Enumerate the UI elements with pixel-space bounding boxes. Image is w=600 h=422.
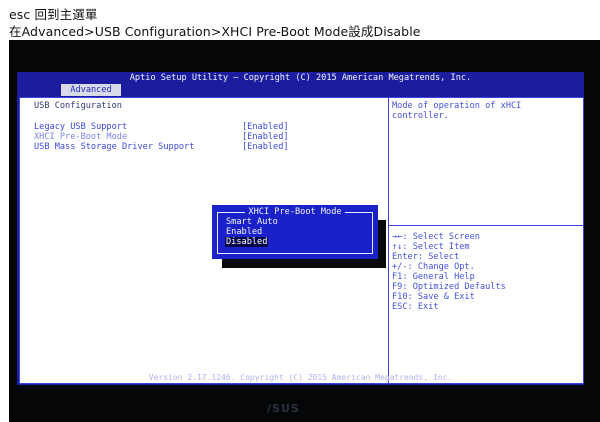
help-pane: Mode of operation of xHCI controller. →←…	[388, 98, 583, 383]
key-help-esc-exit: ESC: Exit	[392, 302, 439, 312]
tab-advanced[interactable]: Advanced	[61, 84, 121, 96]
option-usb-mass-storage-driver-value[interactable]: [Enabled]	[242, 142, 289, 152]
option-legacy-usb-support-value[interactable]: [Enabled]	[242, 122, 289, 132]
key-help-select-screen: →←: Select Screen	[392, 232, 480, 242]
bios-footer: Version 2.17.1246. Copyright (C) 2015 Am…	[148, 373, 453, 382]
popup-option-disabled[interactable]: Disabled	[225, 237, 269, 247]
key-help-select-item: ↑↓: Select Item	[392, 242, 470, 252]
bios-photo: Aptio Setup Utility – Copyright (C) 2015…	[9, 40, 600, 422]
popup-frame: XHCI Pre-Boot Mode Smart Auto Enabled Di…	[217, 207, 373, 254]
help-text-line: Mode of operation of xHCI	[392, 101, 522, 111]
key-help-save-exit: F10: Save & Exit	[392, 292, 475, 302]
popup-option-enabled[interactable]: Enabled	[225, 227, 263, 237]
popup-option-smart-auto[interactable]: Smart Auto	[225, 217, 279, 227]
key-help-general-help: F1: General Help	[392, 272, 475, 282]
caption-instruction: 在Advanced>USB Configuration>XHCI Pre-Boo…	[9, 24, 421, 39]
option-legacy-usb-support[interactable]: Legacy USB Support	[34, 122, 127, 132]
help-divider	[389, 225, 583, 226]
key-help-change-opt: +/-: Change Opt.	[392, 262, 475, 272]
popup-title: XHCI Pre-Boot Mode	[218, 207, 372, 217]
popup-title-text: XHCI Pre-Boot Mode	[245, 207, 345, 217]
key-help-enter: Enter: Select	[392, 252, 460, 262]
monitor-logo: /SUS	[267, 402, 300, 415]
xhci-mode-popup: XHCI Pre-Boot Mode Smart Auto Enabled Di…	[212, 205, 378, 259]
section-title: USB Configuration	[34, 101, 122, 111]
key-help-optimized-defaults: F9: Optimized Defaults	[392, 282, 506, 292]
help-text-line: controller.	[392, 111, 449, 121]
option-xhci-pre-boot-mode[interactable]: XHCI Pre-Boot Mode	[34, 132, 127, 142]
option-usb-mass-storage-driver[interactable]: USB Mass Storage Driver Support	[34, 142, 194, 152]
option-xhci-pre-boot-mode-value[interactable]: [Enabled]	[242, 132, 289, 142]
